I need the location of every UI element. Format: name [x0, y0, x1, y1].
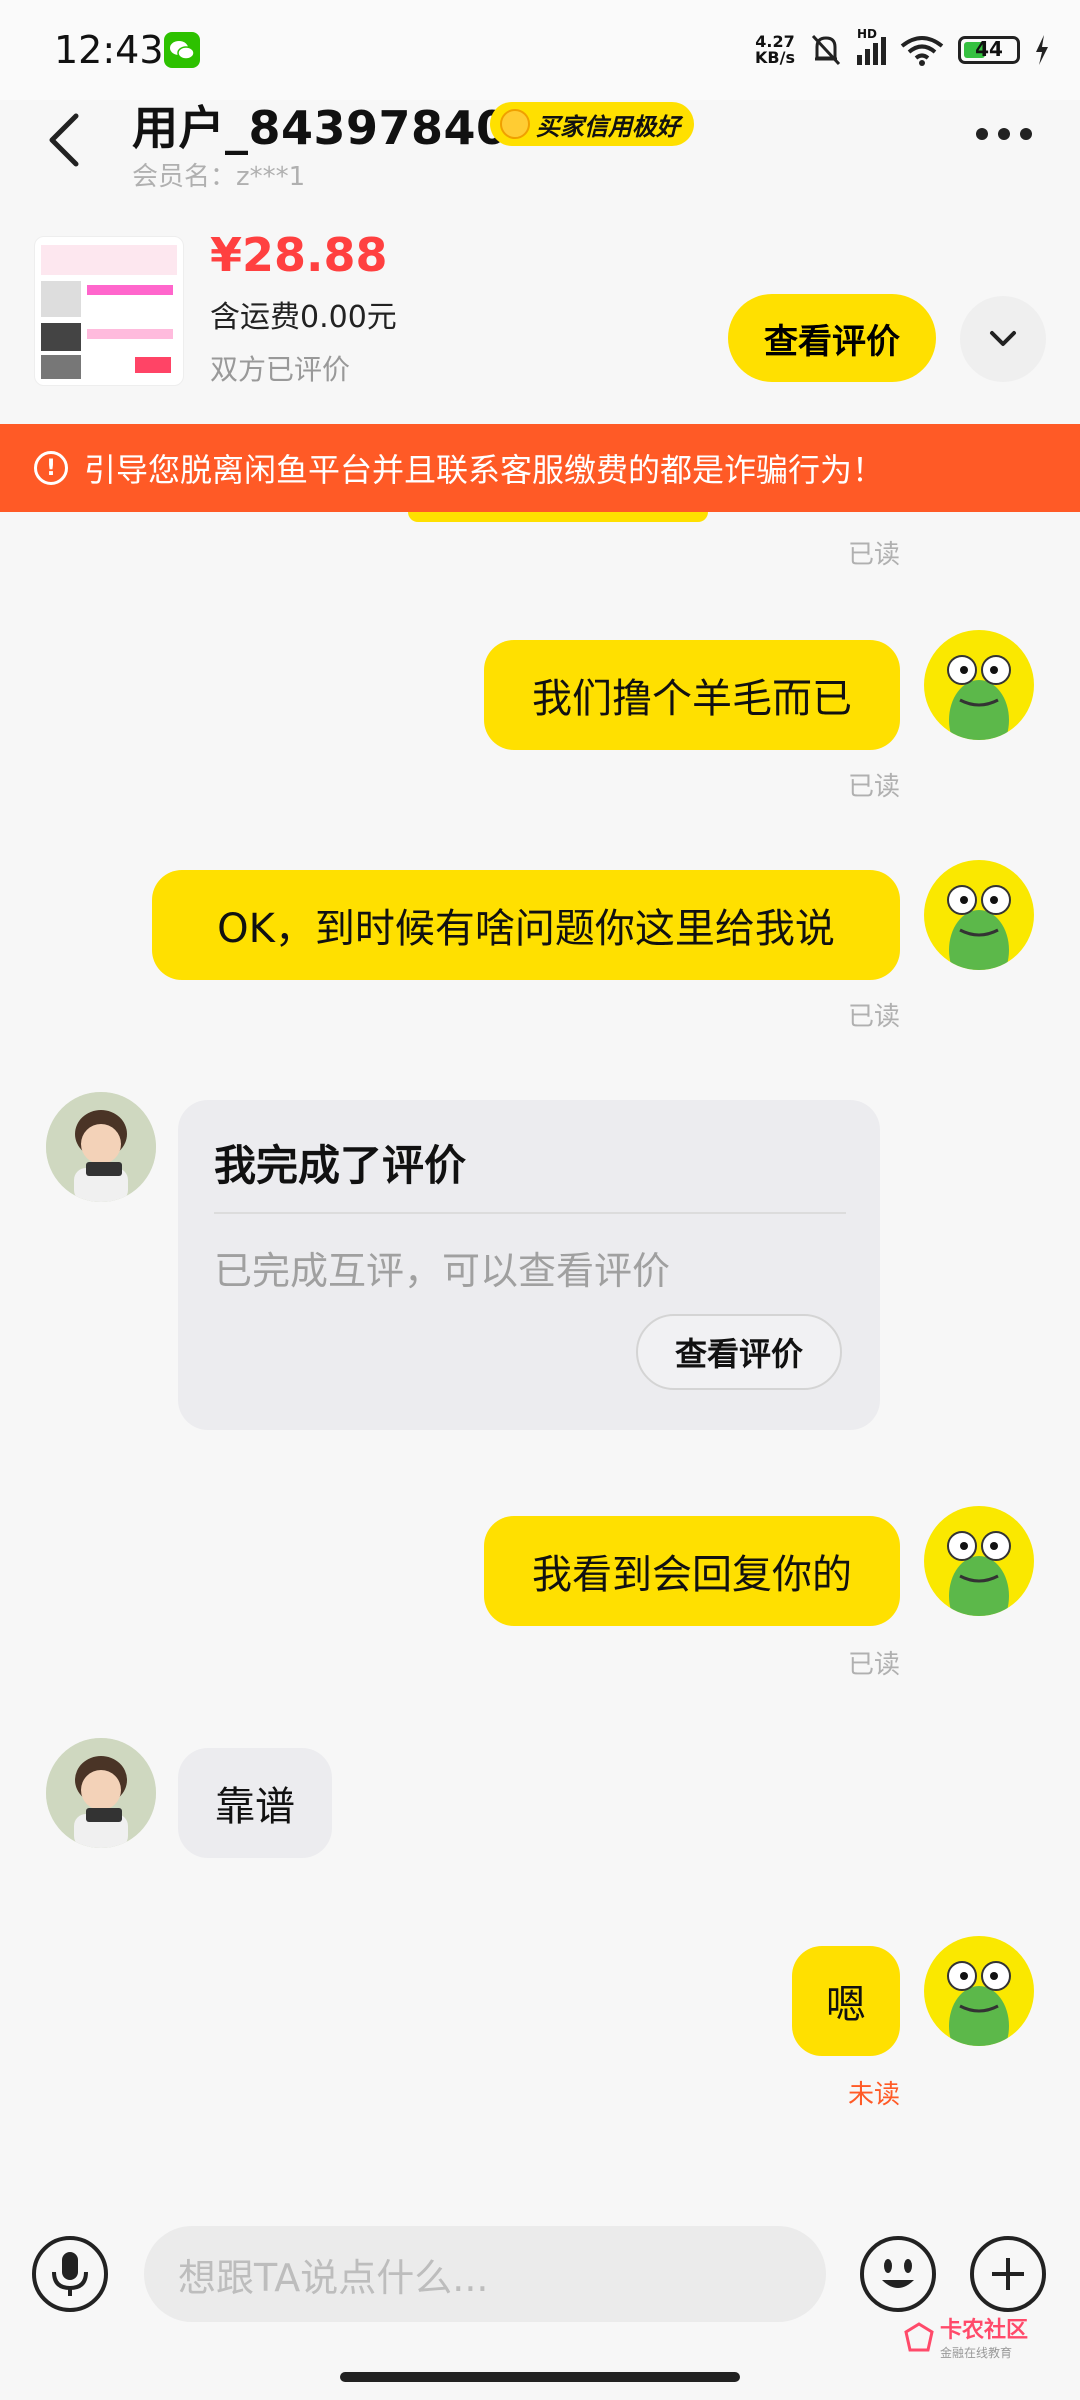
hd-tag: HD — [857, 27, 878, 41]
my-avatar[interactable] — [924, 630, 1034, 740]
charging-icon — [1036, 35, 1048, 65]
status-time: 12:43 — [54, 28, 164, 72]
card-view-review-button[interactable]: 查看评价 — [636, 1314, 842, 1390]
member-name: 会员名：z***1 — [132, 162, 306, 192]
fraud-warning-banner: ! 引导您脱离闲鱼平台并且联系客服缴费的都是诈骗行为！ — [0, 424, 1080, 512]
message-bubble-sent[interactable]: 我们撸个羊毛而已 — [484, 640, 900, 750]
contact-avatar[interactable] — [46, 1092, 156, 1202]
expand-button[interactable] — [960, 296, 1046, 382]
boy-avatar-icon — [46, 1092, 156, 1202]
boy-avatar-icon — [46, 1738, 156, 1848]
microphone-icon — [52, 2252, 88, 2296]
product-price: ¥28.88 — [210, 228, 388, 282]
previous-message-edge — [408, 512, 708, 522]
my-avatar[interactable] — [924, 1936, 1034, 2046]
read-status: 已读 — [848, 540, 901, 570]
frog-avatar-icon — [947, 885, 1011, 970]
chat-title: 用户_84397840 — [132, 101, 509, 155]
divider — [214, 1212, 846, 1214]
contact-avatar[interactable] — [46, 1738, 156, 1848]
back-button[interactable] — [42, 110, 92, 170]
back-arrow-icon — [49, 113, 79, 167]
frog-avatar-icon — [947, 1531, 1011, 1616]
more-options-button[interactable] — [976, 128, 1032, 140]
status-icons: 4.27 KB/s HD 44 — [755, 27, 1050, 70]
warning-icon: ! — [34, 451, 68, 485]
message-bubble-sent[interactable]: OK，到时候有啥问题你这里给我说 — [152, 870, 900, 980]
unread-status: 未读 — [848, 2080, 901, 2110]
view-review-button[interactable]: 查看评价 — [728, 294, 936, 382]
battery-icon: 44 — [958, 36, 1020, 64]
sunglasses-face-icon — [500, 109, 530, 139]
message-bubble-sent[interactable]: 我看到会回复你的 — [484, 1516, 900, 1626]
message-bubble-received[interactable]: 靠谱 — [178, 1748, 332, 1858]
my-avatar[interactable] — [924, 1506, 1034, 1616]
mute-bell-icon — [811, 34, 841, 66]
voice-button[interactable] — [32, 2236, 108, 2312]
home-indicator[interactable] — [340, 2372, 740, 2382]
shipping-info: 含运费0.00元 — [210, 300, 397, 335]
message-bubble-sent[interactable]: 嗯 — [792, 1946, 900, 2056]
frog-avatar-icon — [947, 655, 1011, 740]
product-thumbnail[interactable] — [34, 236, 184, 386]
frog-avatar-icon — [947, 1961, 1011, 2046]
net-speed: 4.27 KB/s — [755, 32, 795, 67]
emoji-button[interactable] — [860, 2236, 936, 2312]
credit-badge: 买家信用极好 — [490, 102, 694, 146]
review-card-description: 已完成互评，可以查看评价 — [214, 1249, 671, 1293]
message-input[interactable]: 想跟TA说点什么... — [144, 2226, 826, 2322]
read-status: 已读 — [848, 1650, 901, 1680]
add-button[interactable] — [970, 2236, 1046, 2312]
wifi-icon — [900, 36, 944, 66]
review-status: 双方已评价 — [210, 353, 351, 386]
my-avatar[interactable] — [924, 860, 1034, 970]
read-status: 已读 — [848, 772, 901, 802]
wechat-notification-icon — [164, 32, 200, 68]
chevron-down-icon — [990, 331, 1016, 346]
read-status: 已读 — [848, 1002, 901, 1032]
watermark-logo-icon — [904, 2321, 934, 2351]
review-card-title: 我完成了评价 — [214, 1141, 467, 1190]
signal-icon: HD — [857, 27, 886, 65]
watermark: 卡农社区 金融在线教育 — [904, 2312, 1028, 2361]
warning-text: 引导您脱离闲鱼平台并且联系客服缴费的都是诈骗行为！ — [84, 451, 885, 489]
smiley-icon — [882, 2259, 914, 2288]
plus-icon — [992, 2258, 1024, 2290]
